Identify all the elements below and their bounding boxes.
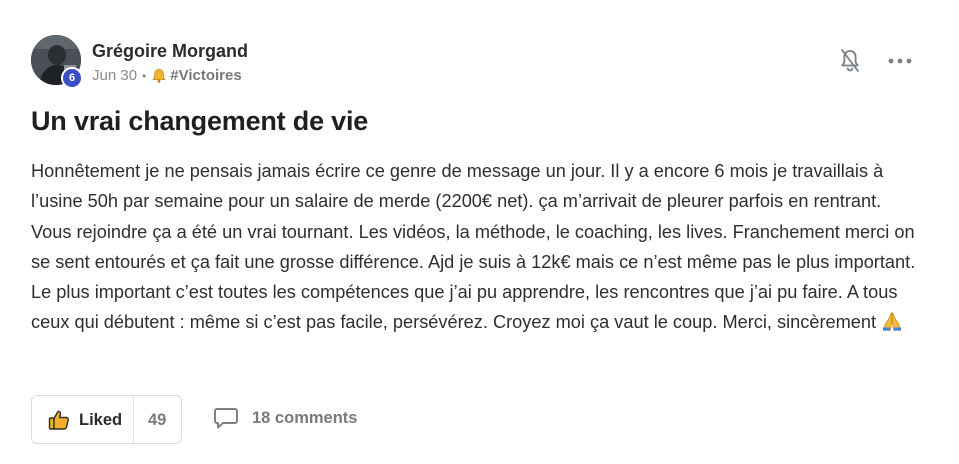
thumbs-up-icon bbox=[48, 410, 69, 430]
like-label: Liked bbox=[79, 411, 123, 429]
author-avatar-wrapper[interactable]: 6 bbox=[31, 35, 83, 89]
like-divider bbox=[133, 396, 134, 443]
post-body-text: Honnêtement je ne pensais jamais écrire … bbox=[31, 161, 916, 333]
post-category-link[interactable]: #Victoires bbox=[170, 67, 241, 84]
comments-count-label: 18 comments bbox=[252, 408, 358, 427]
folded-hands-emoji-icon bbox=[883, 312, 902, 332]
post-body: Honnêtement je ne pensais jamais écrire … bbox=[31, 156, 926, 338]
comment-bubble-icon bbox=[214, 408, 238, 429]
more-horizontal-icon bbox=[888, 58, 912, 64]
author-name[interactable]: Grégoire Morgand bbox=[92, 41, 248, 62]
more-options-button[interactable] bbox=[885, 46, 915, 76]
level-badge: 6 bbox=[61, 67, 83, 89]
notification-toggle-button[interactable] bbox=[836, 46, 864, 76]
comments-button[interactable]: 18 comments bbox=[213, 407, 357, 429]
post-date[interactable]: Jun 30 bbox=[92, 67, 137, 84]
like-button[interactable]: Liked 49 bbox=[31, 395, 182, 444]
meta-separator: • bbox=[142, 68, 147, 83]
like-count[interactable]: 49 bbox=[148, 411, 166, 430]
bell-emoji-icon bbox=[152, 68, 166, 83]
bell-off-icon bbox=[841, 49, 859, 72]
post-meta: Jun 30 • #Victoires bbox=[92, 67, 242, 84]
post-title: Un vrai changement de vie bbox=[31, 106, 369, 136]
